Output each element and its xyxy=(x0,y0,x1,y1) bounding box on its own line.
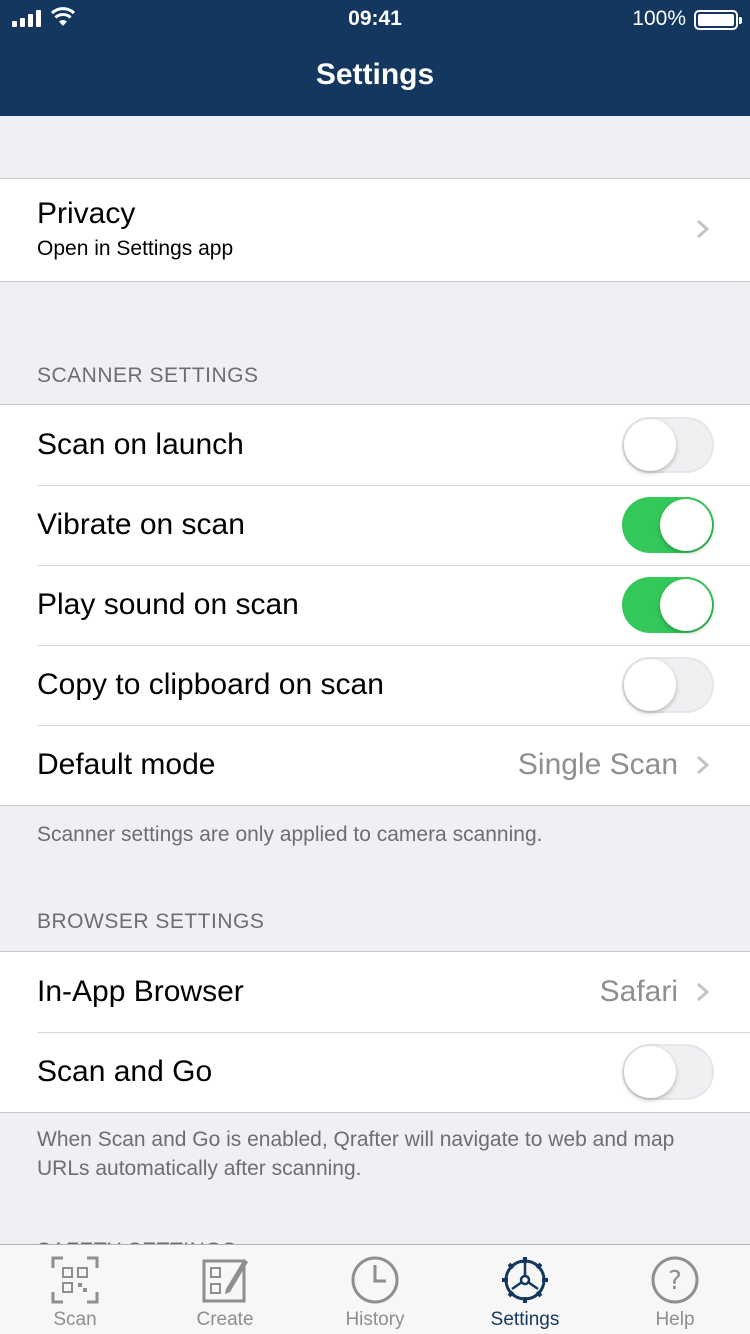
row-label: Play sound on scan xyxy=(37,588,299,621)
section-header-safety: SAFETY SETTINGS xyxy=(0,1213,750,1244)
vibrate-on-scan-row: Vibrate on scan xyxy=(0,485,750,565)
scan-and-go-row: Scan and Go xyxy=(0,1032,750,1112)
row-label: Default mode xyxy=(37,748,216,781)
page-title: Settings xyxy=(315,58,435,91)
tab-bar: Scan Create History Settings ? Help xyxy=(0,1244,750,1334)
privacy-subtitle: Open in Settings app xyxy=(37,237,234,260)
scanner-footer-note: Scanner settings are only applied to cam… xyxy=(37,823,543,846)
tab-history[interactable]: History xyxy=(300,1245,450,1334)
privacy-group: Privacy Open in Settings app xyxy=(0,178,750,282)
tab-label: Create xyxy=(196,1309,254,1330)
tab-create[interactable]: Create xyxy=(150,1245,300,1334)
in-app-browser-row[interactable]: In-App Browser Safari xyxy=(0,952,750,1032)
settings-list[interactable]: Privacy Open in Settings app SCANNER SET… xyxy=(0,116,750,1244)
play-sound-on-scan-row: Play sound on scan xyxy=(0,565,750,645)
vibrate-on-scan-toggle[interactable] xyxy=(622,497,714,553)
clock-icon xyxy=(351,1256,399,1304)
tab-label: Help xyxy=(655,1309,695,1330)
help-icon: ? xyxy=(651,1256,699,1304)
chevron-right-icon xyxy=(697,982,710,1002)
battery-icon xyxy=(694,10,742,30)
in-app-browser-value: Safari xyxy=(599,975,678,1008)
row-label: Copy to clipboard on scan xyxy=(37,668,384,701)
scan-and-go-toggle[interactable] xyxy=(622,1044,714,1100)
play-sound-on-scan-toggle[interactable] xyxy=(622,577,714,633)
gear-icon xyxy=(502,1257,548,1303)
privacy-title: Privacy xyxy=(37,197,136,230)
status-bar: 09:41 100% xyxy=(0,0,750,40)
row-label: In-App Browser xyxy=(37,975,244,1008)
create-qr-icon xyxy=(202,1259,248,1303)
qr-scan-icon xyxy=(51,1256,99,1304)
svg-text:?: ? xyxy=(668,1266,682,1296)
copy-to-clipboard-row: Copy to clipboard on scan xyxy=(0,645,750,725)
tab-label: History xyxy=(345,1309,405,1330)
section-header-browser: BROWSER SETTINGS xyxy=(37,910,265,933)
scan-on-launch-toggle[interactable] xyxy=(622,417,714,473)
default-mode-value: Single Scan xyxy=(517,748,678,781)
browser-footer-note: When Scan and Go is enabled, Qrafter wil… xyxy=(37,1128,675,1180)
section-header-scanner: SCANNER SETTINGS xyxy=(37,364,259,387)
row-label: Vibrate on scan xyxy=(37,508,245,541)
scan-on-launch-row: Scan on launch xyxy=(0,405,750,485)
navigation-bar: 09:41 100% Settings xyxy=(0,0,750,116)
tab-label: Scan xyxy=(53,1309,97,1330)
tab-label: Settings xyxy=(490,1309,560,1330)
tab-help[interactable]: ? Help xyxy=(600,1245,750,1334)
default-mode-row[interactable]: Default mode Single Scan xyxy=(0,725,750,805)
copy-to-clipboard-toggle[interactable] xyxy=(622,657,714,713)
tab-settings[interactable]: Settings xyxy=(450,1245,600,1334)
row-label: Scan and Go xyxy=(37,1055,213,1088)
privacy-row[interactable]: Privacy Open in Settings app xyxy=(0,179,750,281)
chevron-right-icon xyxy=(697,755,710,775)
chevron-right-icon xyxy=(697,219,710,239)
row-label: Scan on launch xyxy=(37,428,244,461)
tab-scan[interactable]: Scan xyxy=(0,1245,150,1334)
scanner-group: Scan on launch Vibrate on scan Play soun… xyxy=(0,404,750,806)
browser-group: In-App Browser Safari Scan and Go xyxy=(0,951,750,1113)
battery-percentage: 100% xyxy=(632,7,686,30)
